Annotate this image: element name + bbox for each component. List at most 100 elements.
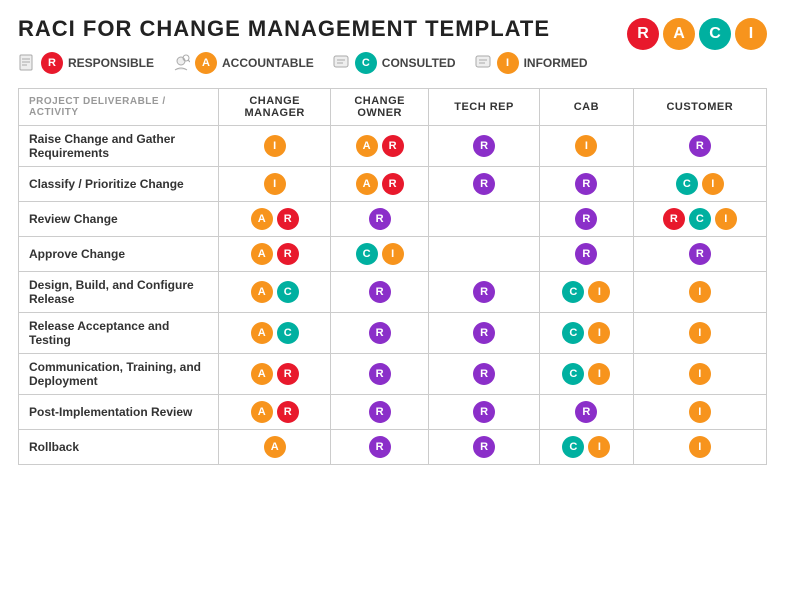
change-owner-cell: R	[331, 313, 429, 354]
badge-A: A	[251, 281, 273, 303]
badge-C: C	[676, 173, 698, 195]
badge-R: R	[369, 322, 391, 344]
badge-I: I	[689, 322, 711, 344]
badge-A: A	[356, 173, 378, 195]
change-manager-cell: AR	[219, 395, 331, 430]
table-row: Communication, Training, and Deployment …	[19, 354, 767, 395]
badge-R: R	[369, 436, 391, 458]
tech-rep-cell: R	[428, 354, 539, 395]
badge-R: R	[277, 208, 299, 230]
tech-rep-cell: R	[428, 430, 539, 465]
customer-cell: I	[633, 430, 766, 465]
a-badge: A	[195, 52, 217, 74]
col-change-owner: CHANGEOWNER	[331, 89, 429, 126]
badge-A: A	[251, 363, 273, 385]
activity-cell: Communication, Training, and Deployment	[19, 354, 219, 395]
table-row: Release Acceptance and Testing AC R R CI…	[19, 313, 767, 354]
tech-rep-cell: R	[428, 167, 539, 202]
badge-I: I	[689, 363, 711, 385]
badge-I: I	[588, 281, 610, 303]
badge-A: A	[251, 243, 273, 265]
change-owner-cell: R	[331, 430, 429, 465]
badge-C: C	[277, 322, 299, 344]
badge-R: R	[689, 243, 711, 265]
badge-C: C	[562, 436, 584, 458]
customer-cell: R	[633, 237, 766, 272]
cab-cell: CI	[540, 272, 633, 313]
document-icon	[18, 54, 36, 72]
informed-label: INFORMED	[524, 56, 588, 70]
col-cab: CAB	[540, 89, 633, 126]
title-c-badge: C	[699, 18, 731, 50]
cab-cell: R	[540, 167, 633, 202]
badge-R: R	[277, 401, 299, 423]
change-manager-cell: AR	[219, 202, 331, 237]
cab-cell: R	[540, 202, 633, 237]
customer-cell: I	[633, 272, 766, 313]
badge-A: A	[251, 208, 273, 230]
tech-rep-cell	[428, 237, 539, 272]
change-manager-cell: A	[219, 430, 331, 465]
consulted-label: CONSULTED	[382, 56, 456, 70]
badge-R: R	[473, 401, 495, 423]
change-owner-cell: CI	[331, 237, 429, 272]
badge-I: I	[689, 281, 711, 303]
title-i-badge: I	[735, 18, 767, 50]
badge-R: R	[473, 436, 495, 458]
i-badge: I	[497, 52, 519, 74]
activity-cell: Classify / Prioritize Change	[19, 167, 219, 202]
page-title: RACI FOR CHANGE MANAGEMENT TEMPLATE	[18, 16, 550, 42]
cab-cell: CI	[540, 430, 633, 465]
activity-cell: Rollback	[19, 430, 219, 465]
activity-cell: Review Change	[19, 202, 219, 237]
title-r-badge: R	[627, 18, 659, 50]
badge-I: I	[264, 173, 286, 195]
badge-C: C	[277, 281, 299, 303]
activity-cell: Design, Build, and Configure Release	[19, 272, 219, 313]
change-manager-cell: AR	[219, 354, 331, 395]
title-badge-group: R A C I	[627, 18, 767, 50]
change-owner-cell: R	[331, 395, 429, 430]
consulted-icon	[332, 54, 350, 72]
change-owner-cell: R	[331, 354, 429, 395]
col-tech-rep: TECH REP	[428, 89, 539, 126]
badge-R: R	[382, 135, 404, 157]
c-badge: C	[355, 52, 377, 74]
badge-I: I	[575, 135, 597, 157]
customer-cell: CI	[633, 167, 766, 202]
cab-cell: R	[540, 237, 633, 272]
badge-R: R	[473, 363, 495, 385]
badge-R: R	[382, 173, 404, 195]
legend-informed: I INFORMED	[474, 52, 588, 74]
tech-rep-cell: R	[428, 395, 539, 430]
responsible-label: RESPONSIBLE	[68, 56, 154, 70]
tech-rep-cell	[428, 202, 539, 237]
badge-A: A	[264, 436, 286, 458]
badge-I: I	[588, 436, 610, 458]
badge-R: R	[369, 401, 391, 423]
legend-consulted: C CONSULTED	[332, 52, 456, 74]
badge-I: I	[588, 363, 610, 385]
legend-row: R RESPONSIBLE A ACCOUNTABLE C CONSULTED …	[18, 52, 767, 74]
badge-R: R	[575, 173, 597, 195]
badge-R: R	[473, 173, 495, 195]
badge-R: R	[575, 401, 597, 423]
activity-cell: Approve Change	[19, 237, 219, 272]
tech-rep-cell: R	[428, 313, 539, 354]
tech-rep-cell: R	[428, 126, 539, 167]
badge-I: I	[689, 436, 711, 458]
badge-R: R	[473, 281, 495, 303]
accountable-label: ACCOUNTABLE	[222, 56, 314, 70]
tech-rep-cell: R	[428, 272, 539, 313]
customer-cell: I	[633, 395, 766, 430]
customer-cell: RCI	[633, 202, 766, 237]
badge-I: I	[382, 243, 404, 265]
legend-responsible: R RESPONSIBLE	[18, 52, 154, 74]
badge-C: C	[562, 322, 584, 344]
badge-R: R	[575, 243, 597, 265]
col-activity: PROJECT DELIVERABLE / ACTIVITY	[19, 89, 219, 126]
table-row: Review Change AR R R RCI	[19, 202, 767, 237]
badge-I: I	[264, 135, 286, 157]
change-owner-cell: R	[331, 202, 429, 237]
search-person-icon	[172, 54, 190, 72]
